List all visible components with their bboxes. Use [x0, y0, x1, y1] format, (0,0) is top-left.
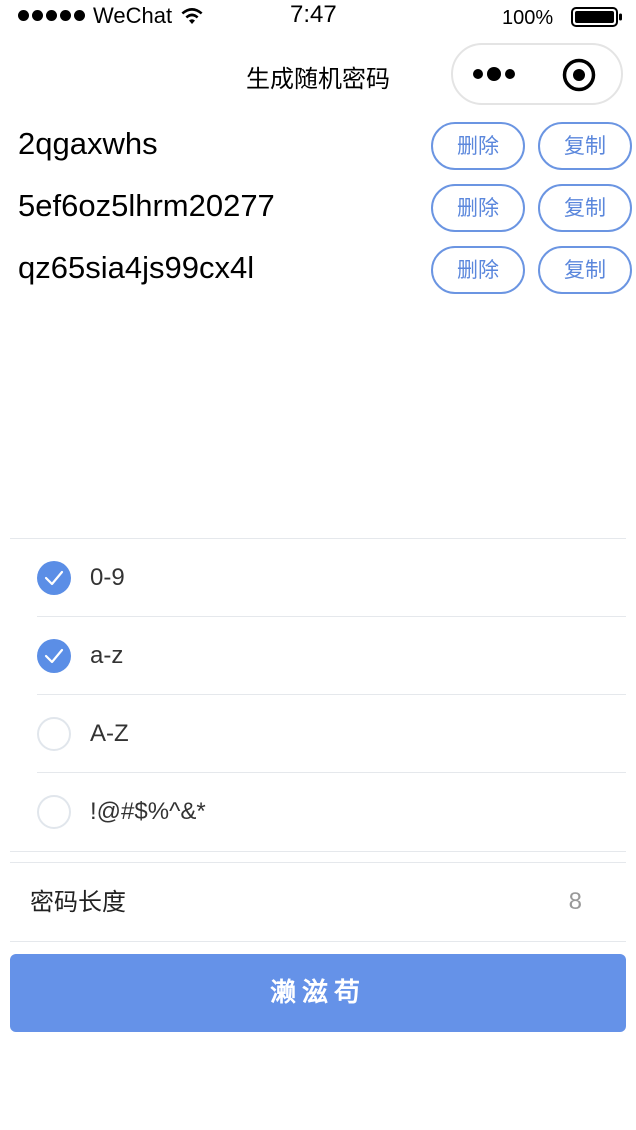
- carrier-name: WeChat: [93, 3, 173, 28]
- charset-option-label: 0-9: [90, 564, 125, 591]
- status-time: 7:47: [290, 1, 337, 28]
- charset-checkbox-group: 0-9 a-z A-Z !@#$%^&*: [10, 538, 626, 852]
- delete-button[interactable]: 删除: [431, 246, 525, 294]
- mini-program-capsule: [451, 43, 623, 105]
- copy-button[interactable]: 复制: [538, 184, 632, 232]
- charset-option-label: A-Z: [90, 720, 129, 747]
- status-bar: WeChat 7:47 100%: [0, 0, 636, 34]
- battery-percent: 100%: [502, 7, 554, 29]
- charset-option-lowercase[interactable]: a-z: [37, 617, 626, 695]
- password-row: qz65sia4js99cx4l 删除 复制: [0, 244, 636, 306]
- copy-button[interactable]: 复制: [538, 246, 632, 294]
- charset-option-uppercase[interactable]: A-Z: [37, 695, 626, 773]
- generate-button[interactable]: 濑滋苟: [10, 954, 626, 1032]
- more-icon[interactable]: [473, 67, 515, 81]
- delete-button[interactable]: 删除: [431, 122, 525, 170]
- password-length-value[interactable]: 8: [569, 885, 582, 919]
- battery-icon: [571, 7, 622, 27]
- checkbox-unchecked-icon[interactable]: [37, 717, 71, 751]
- signal-strength-icon: [18, 10, 85, 21]
- password-text: qz65sia4js99cx4l: [18, 250, 255, 285]
- checkbox-checked-icon[interactable]: [37, 561, 71, 595]
- password-row: 2qgaxwhs 删除 复制: [0, 120, 636, 182]
- password-length-row[interactable]: 密码长度 8: [10, 862, 626, 942]
- password-length-label: 密码长度: [30, 888, 126, 916]
- charset-option-label: a-z: [90, 642, 124, 669]
- password-text: 5ef6oz5lhrm20277: [18, 188, 275, 223]
- password-row: 5ef6oz5lhrm20277 删除 复制: [0, 182, 636, 244]
- password-text: 2qgaxwhs: [18, 126, 158, 161]
- charset-option-symbols[interactable]: !@#$%^&*: [37, 773, 626, 851]
- close-mini-program-icon[interactable]: [562, 58, 596, 92]
- copy-button[interactable]: 复制: [538, 122, 632, 170]
- password-list: 2qgaxwhs 删除 复制 5ef6oz5lhrm20277 删除 复制 qz…: [0, 120, 636, 306]
- charset-option-digits[interactable]: 0-9: [37, 539, 626, 617]
- page-title-text: 生成随机密码: [246, 65, 390, 93]
- delete-button[interactable]: 删除: [431, 184, 525, 232]
- wifi-icon: [181, 8, 203, 24]
- checkbox-unchecked-icon[interactable]: [37, 795, 71, 829]
- charset-option-label: !@#$%^&*: [90, 798, 206, 825]
- checkbox-checked-icon[interactable]: [37, 639, 71, 673]
